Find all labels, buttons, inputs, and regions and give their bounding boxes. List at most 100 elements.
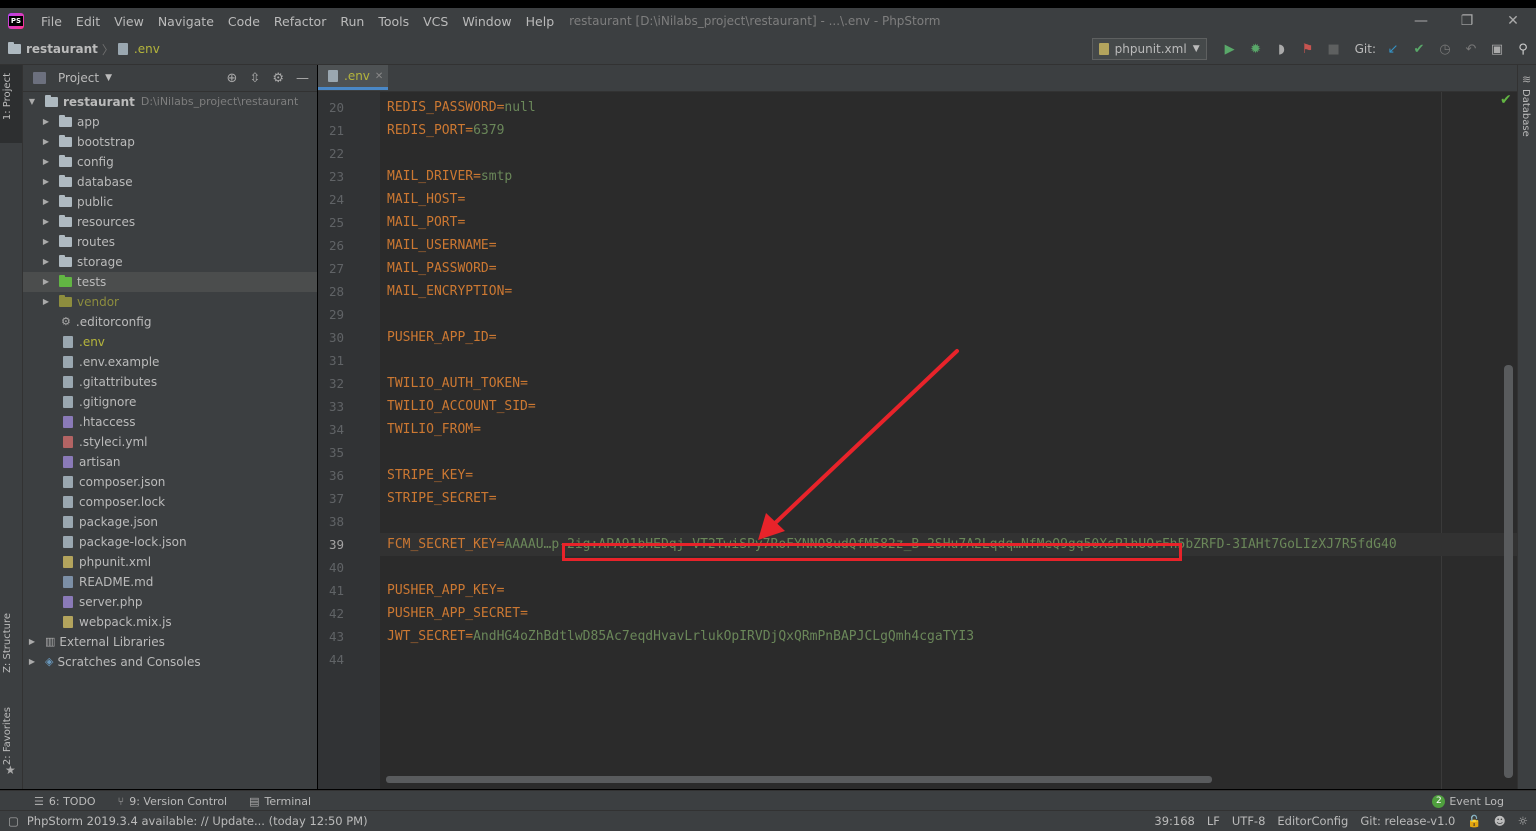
tree-item-label: config	[77, 155, 114, 169]
tree-scratches[interactable]: ▶ ◈ Scratches and Consoles	[23, 652, 317, 672]
tree-folder-database[interactable]: ▶ database	[23, 172, 317, 192]
tree-folder-routes[interactable]: ▶ routes	[23, 232, 317, 252]
tree-file-env[interactable]: .env	[23, 332, 317, 352]
folder-icon	[59, 215, 72, 227]
caret-position[interactable]: 39:168	[1154, 814, 1194, 828]
tree-item-label: tests	[77, 275, 107, 289]
tree-file-gitattributes[interactable]: .gitattributes	[23, 372, 317, 392]
tree-file-editorconfig[interactable]: ⚙ .editorconfig	[23, 312, 317, 332]
menu-view[interactable]: View	[114, 14, 144, 29]
memory-indicator-icon[interactable]: ☼	[1518, 814, 1528, 828]
tab-env-file[interactable]: .env ✕	[318, 65, 388, 90]
tree-file-package-lock[interactable]: package-lock.json	[23, 532, 317, 552]
lock-icon[interactable]: 🔓	[1467, 814, 1481, 828]
tree-folder-vendor[interactable]: ▶ vendor	[23, 292, 317, 312]
vertical-scrollbar[interactable]	[1504, 365, 1513, 778]
menu-refactor[interactable]: Refactor	[274, 14, 326, 29]
menu-vcs[interactable]: VCS	[423, 14, 448, 29]
menu-file[interactable]: File	[41, 14, 62, 29]
breadcrumb-file[interactable]: .env	[117, 42, 160, 56]
tree-item-label: webpack.mix.js	[79, 615, 172, 629]
tree-file-server[interactable]: server.php	[23, 592, 317, 612]
menu-navigate[interactable]: Navigate	[158, 14, 214, 29]
tree-file-gitignore[interactable]: .gitignore	[23, 392, 317, 412]
git-branch[interactable]: Git: release-v1.0	[1360, 814, 1455, 828]
tree-file-composer-json[interactable]: composer.json	[23, 472, 317, 492]
tab-database[interactable]: Database	[1520, 89, 1531, 137]
tree-root[interactable]: ▼ restaurant D:\iNilabs_project\restaura…	[23, 92, 317, 112]
tree-folder-public[interactable]: ▶ public	[23, 192, 317, 212]
project-panel-title[interactable]: Project	[58, 71, 99, 85]
menu-help[interactable]: Help	[526, 14, 555, 29]
coverage-icon[interactable]: ◗	[1273, 40, 1291, 58]
line-number-label: 23	[328, 169, 344, 184]
git-rollback-icon[interactable]: ↶	[1462, 40, 1480, 58]
tree-file-composer-lock[interactable]: composer.lock	[23, 492, 317, 512]
tree-folder-config[interactable]: ▶ config	[23, 152, 317, 172]
annotation-highlight-box	[562, 543, 1182, 561]
menu-window[interactable]: Window	[462, 14, 511, 29]
breadcrumb-separator: 〉	[101, 42, 114, 57]
project-structure-icon[interactable]: ▣	[1488, 40, 1506, 58]
git-commit-icon[interactable]: ✔	[1410, 40, 1428, 58]
minimize-button[interactable]: —	[1398, 8, 1444, 34]
line-separator[interactable]: LF	[1207, 814, 1220, 828]
git-history-icon[interactable]: ◷	[1436, 40, 1454, 58]
restore-button[interactable]: ❐	[1444, 8, 1490, 34]
inspector-icon[interactable]: ☻	[1494, 814, 1506, 828]
toggle-tool-windows-icon[interactable]: ▢	[8, 814, 19, 828]
gear-icon[interactable]: ⚙	[272, 71, 284, 86]
tree-file-env-example[interactable]: .env.example	[23, 352, 317, 372]
tree-folder-bootstrap[interactable]: ▶ bootstrap	[23, 132, 317, 152]
run-icon[interactable]: ▶	[1221, 40, 1239, 58]
event-log-button[interactable]: 2 Event Log	[1432, 791, 1504, 811]
chevron-down-icon: ▼	[1192, 44, 1200, 54]
collapse-all-icon[interactable]: ⇳	[249, 71, 260, 86]
file-encoding[interactable]: UTF-8	[1232, 814, 1266, 828]
tree-file-readme[interactable]: README.md	[23, 572, 317, 592]
tab-project[interactable]: 1: Project	[2, 73, 13, 120]
line-number: 33	[318, 395, 380, 418]
version-control-tool-button[interactable]: ⑂ 9: Version Control	[118, 795, 228, 808]
todo-tool-button[interactable]: ☰ 6: TODO	[34, 795, 96, 808]
debug-icon[interactable]: ✹	[1247, 40, 1265, 58]
run-configuration-select[interactable]: phpunit.xml ▼	[1091, 38, 1207, 60]
tree-folder-app[interactable]: ▶ app	[23, 112, 317, 132]
tree-file-package-json[interactable]: package.json	[23, 512, 317, 532]
status-message[interactable]: PhpStorm 2019.3.4 available: // Update..…	[27, 814, 368, 828]
tree-folder-resources[interactable]: ▶ resources	[23, 212, 317, 232]
tree-file-phpunit[interactable]: phpunit.xml	[23, 552, 317, 572]
project-panel-header: Project ▼ ⊕ ⇳ ⚙ —	[23, 65, 317, 92]
breadcrumb-project[interactable]: restaurant	[8, 42, 98, 56]
tree-file-htaccess[interactable]: .htaccess	[23, 412, 317, 432]
menu-code[interactable]: Code	[228, 14, 260, 29]
tree-file-artisan[interactable]: artisan	[23, 452, 317, 472]
search-icon[interactable]: ⚲	[1514, 40, 1532, 58]
code-editor[interactable]: REDIS_PASSWORD=null REDIS_PORT=6379 MAIL_D…	[380, 92, 1517, 789]
hide-panel-icon[interactable]: —	[296, 71, 309, 86]
tree-folder-tests[interactable]: ▶ tests	[23, 272, 317, 292]
close-icon[interactable]: ✕	[375, 71, 383, 82]
terminal-tool-button[interactable]: ▤ Terminal	[249, 795, 311, 808]
menu-run[interactable]: Run	[340, 14, 364, 29]
tab-favorites[interactable]: 2: Favorites	[2, 707, 13, 765]
stop-icon[interactable]: ■	[1325, 40, 1343, 58]
tab-structure[interactable]: Z: Structure	[2, 613, 13, 673]
chevron-down-icon[interactable]: ▼	[105, 73, 112, 83]
horizontal-scrollbar[interactable]	[386, 776, 1212, 783]
editorconfig-status[interactable]: EditorConfig	[1277, 814, 1348, 828]
menu-tools[interactable]: Tools	[378, 14, 409, 29]
tree-file-webpack[interactable]: webpack.mix.js	[23, 612, 317, 632]
git-update-icon[interactable]: ↙	[1384, 40, 1402, 58]
profile-icon[interactable]: ⚑	[1299, 40, 1317, 58]
menu-edit[interactable]: Edit	[76, 14, 100, 29]
database-icon: ≋	[1522, 73, 1532, 86]
tree-file-styleci[interactable]: .styleci.yml	[23, 432, 317, 452]
tree-folder-storage[interactable]: ▶ storage	[23, 252, 317, 272]
tree-root-path: D:\iNilabs_project\restaurant	[140, 95, 299, 108]
tree-external-libraries[interactable]: ▶ ▥ External Libraries	[23, 632, 317, 652]
close-button[interactable]: ✕	[1490, 8, 1536, 34]
project-tab-active[interactable]: 1: Project	[0, 65, 22, 143]
tree-item-label: .env	[79, 335, 105, 349]
locate-file-icon[interactable]: ⊕	[227, 71, 238, 86]
